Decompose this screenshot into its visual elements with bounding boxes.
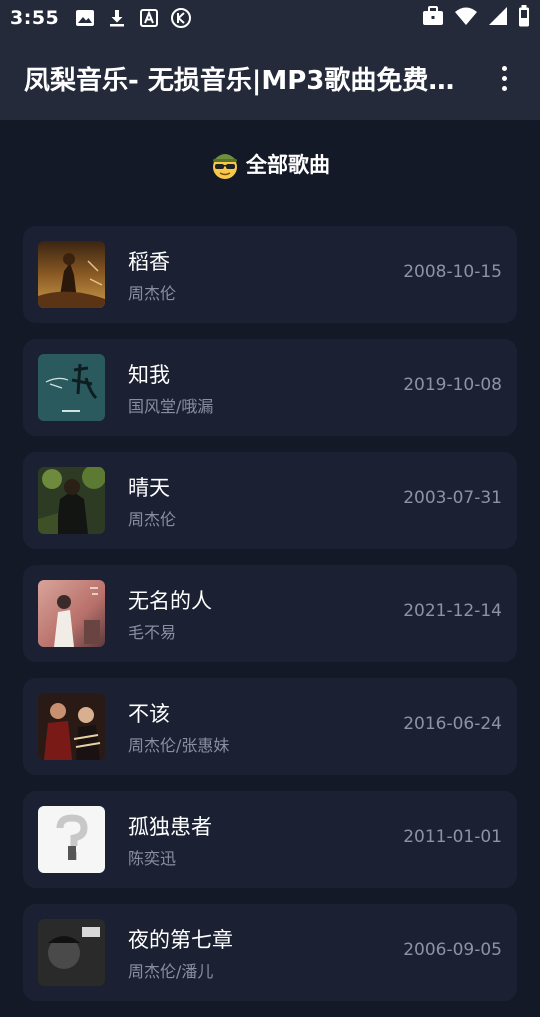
a-badge-icon	[137, 6, 161, 30]
song-date: 2019-10-08	[403, 375, 502, 395]
song-date: 2016-06-24	[403, 714, 502, 734]
wifi-icon	[454, 6, 478, 30]
download-icon	[105, 6, 129, 30]
song-title: 稻香	[128, 250, 170, 274]
song-date: 2011-01-01	[403, 827, 502, 847]
section-header: 全部歌曲	[0, 140, 540, 188]
song-date: 2003-07-31	[403, 488, 502, 508]
song-item[interactable]: 无名的人 毛不易 2021-12-14	[23, 565, 517, 662]
album-cover	[38, 919, 105, 986]
song-item[interactable]: 知我 国风堂/哦漏 2019-10-08	[23, 339, 517, 436]
song-item[interactable]: 不该 周杰伦/张惠妹 2016-06-24	[23, 678, 517, 775]
song-date: 2021-12-14	[403, 601, 502, 621]
k-badge-icon	[169, 6, 193, 30]
song-title: 孤独患者	[128, 815, 212, 839]
app-title: 凤梨音乐- 无损音乐|MP3歌曲免费下载	[24, 65, 464, 96]
song-artist: 周杰伦/潘儿	[128, 962, 214, 981]
song-artist: 周杰伦/张惠妹	[128, 736, 230, 755]
song-list: 稻香 周杰伦 2008-10-15 知我 国风堂/哦漏 2019-10-08 晴…	[23, 226, 517, 1017]
song-title: 知我	[128, 363, 170, 387]
song-artist: 周杰伦	[128, 284, 177, 303]
status-right-icons	[422, 5, 530, 31]
song-title: 晴天	[128, 476, 170, 500]
song-item[interactable]: 孤独患者 陈奕迅 2011-01-01	[23, 791, 517, 888]
song-date: 2006-09-05	[403, 940, 502, 960]
more-options-icon[interactable]	[492, 58, 516, 98]
album-cover	[38, 241, 105, 308]
cool-face-emoji-icon	[210, 147, 240, 181]
song-title: 不该	[128, 702, 170, 726]
song-date: 2008-10-15	[403, 262, 502, 282]
song-artist: 陈奕迅	[128, 849, 177, 868]
song-item[interactable]: 稻香 周杰伦 2008-10-15	[23, 226, 517, 323]
song-item[interactable]: 夜的第七章 周杰伦/潘儿 2006-09-05	[23, 904, 517, 1001]
album-cover	[38, 354, 105, 421]
status-time: 3:55	[10, 7, 60, 29]
briefcase-icon	[422, 6, 444, 30]
song-artist: 周杰伦	[128, 510, 177, 529]
album-cover	[38, 467, 105, 534]
song-artist: 国风堂/哦漏	[128, 397, 214, 416]
album-cover	[38, 580, 105, 647]
song-title: 无名的人	[128, 589, 212, 613]
album-cover	[38, 806, 105, 873]
song-artist: 毛不易	[128, 623, 177, 642]
section-title: 全部歌曲	[246, 153, 330, 177]
song-title: 夜的第七章	[128, 928, 233, 952]
image-icon	[73, 6, 97, 30]
signal-icon	[488, 6, 508, 30]
album-cover	[38, 693, 105, 760]
battery-icon	[518, 5, 530, 31]
app-bar: 凤梨音乐- 无损音乐|MP3歌曲免费下载	[0, 36, 540, 120]
song-item[interactable]: 晴天 周杰伦 2003-07-31	[23, 452, 517, 549]
status-bar: 3:55	[0, 0, 540, 36]
